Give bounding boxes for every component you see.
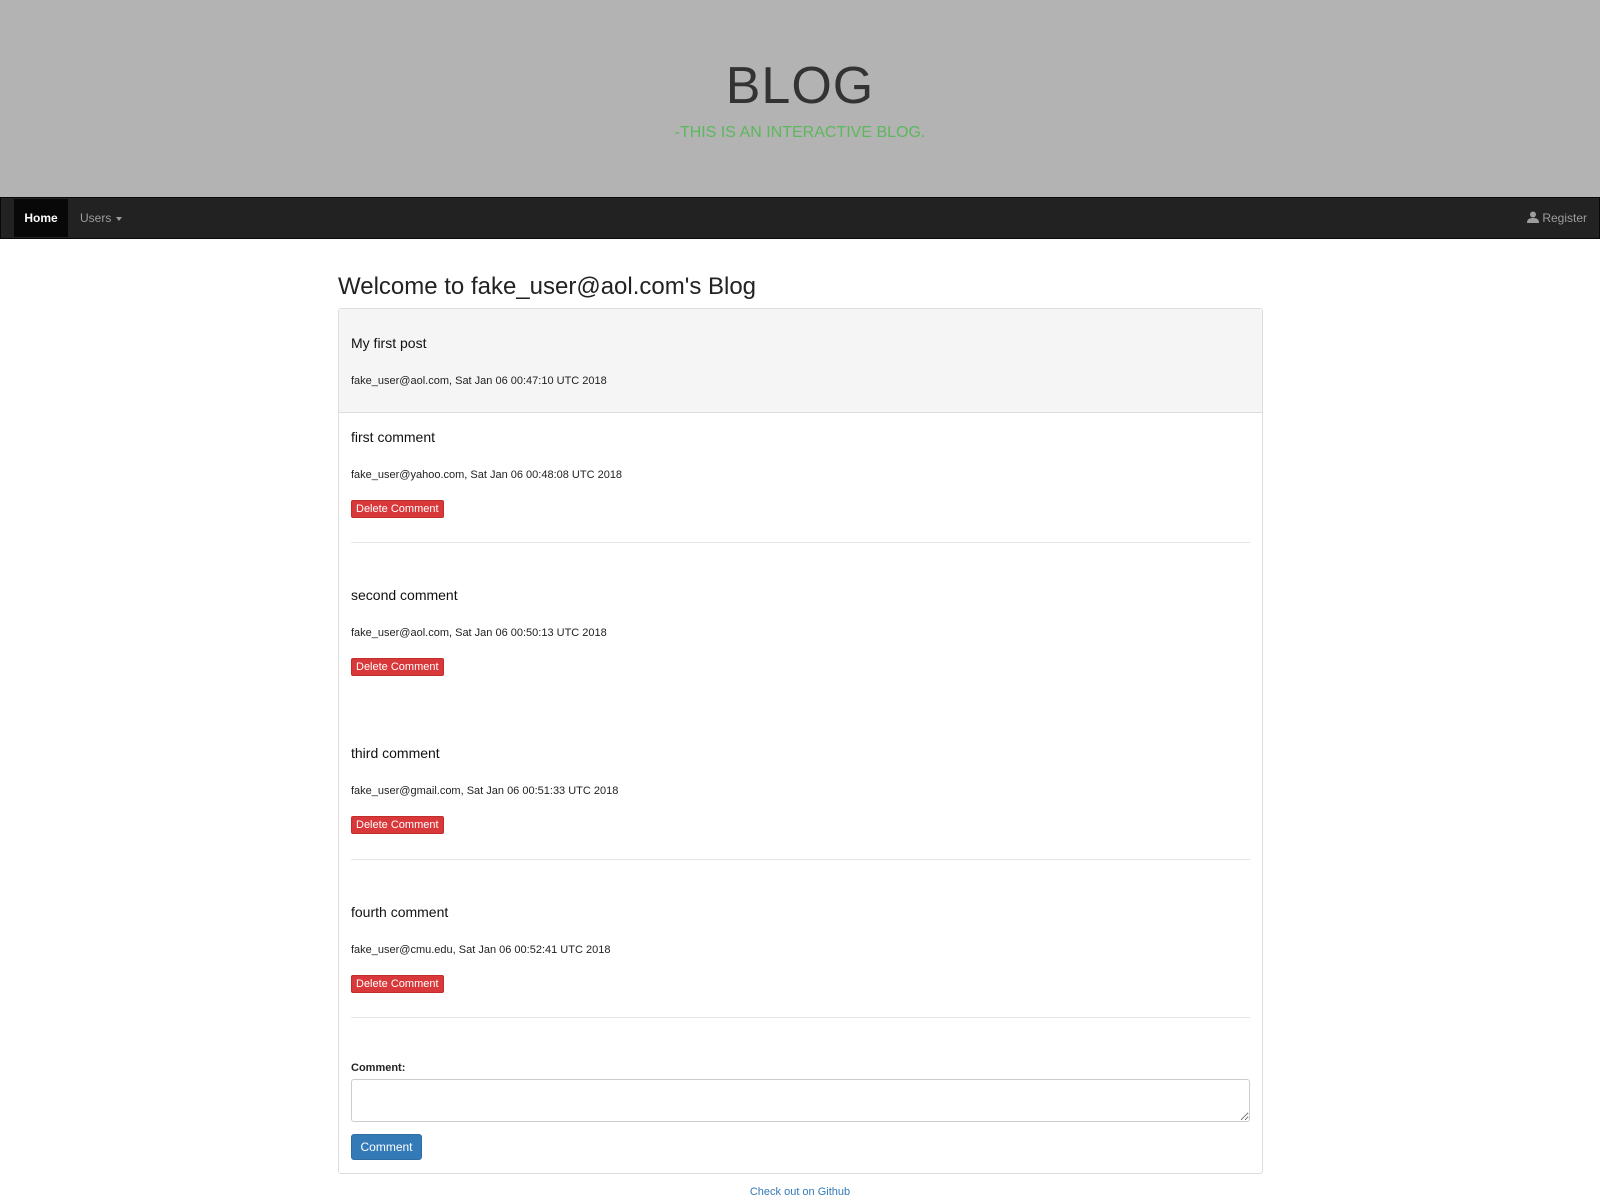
- post-header: My first post fake_user@aol.com, Sat Jan…: [339, 309, 1262, 413]
- comment-textarea[interactable]: [351, 1079, 1250, 1122]
- comment-text: first comment: [351, 429, 436, 445]
- post-title: My first post: [351, 335, 427, 351]
- page-title: Welcome to fake_user@aol.com's Blog: [338, 273, 757, 300]
- comment-form-label: Comment:: [351, 1062, 406, 1074]
- nav-users-label: Users: [80, 211, 112, 225]
- comment-meta: fake_user@cmu.edu, Sat Jan 06 00:52:41 U…: [351, 944, 611, 956]
- site-title: BLOG: [725, 57, 875, 115]
- comment-submit-button[interactable]: Comment: [351, 1134, 422, 1160]
- nav-register-link[interactable]: Register: [1527, 199, 1587, 237]
- header-banner: BLOG -THIS IS AN INTERACTIVE BLOG.: [0, 0, 1600, 197]
- comment-item: first comment fake_user@yahoo.com, Sat J…: [351, 427, 1250, 518]
- nav-register-label: Register: [1542, 211, 1587, 225]
- caret-down-icon: [116, 216, 123, 221]
- comment-item: fourth comment fake_user@cmu.edu, Sat Ja…: [351, 902, 1250, 993]
- nav-users-dropdown[interactable]: Users: [80, 199, 123, 237]
- user-icon: [1527, 211, 1540, 223]
- delete-comment-button[interactable]: Delete Comment: [351, 658, 444, 676]
- divider: [351, 1017, 1250, 1018]
- footer: Check out on Github: [0, 1185, 1600, 1199]
- github-link[interactable]: Check out on Github: [750, 1186, 850, 1198]
- comment-item: third comment fake_user@gmail.com, Sat J…: [351, 743, 1250, 834]
- comment-meta: fake_user@yahoo.com, Sat Jan 06 00:48:08…: [351, 469, 623, 481]
- divider: [351, 859, 1250, 860]
- comment-item: second comment fake_user@aol.com, Sat Ja…: [351, 585, 1250, 676]
- comment-text: fourth comment: [351, 904, 449, 920]
- post-meta: fake_user@aol.com, Sat Jan 06 00:47:10 U…: [351, 375, 607, 387]
- divider: [351, 542, 1250, 543]
- post-panel: My first post fake_user@aol.com, Sat Jan…: [338, 308, 1263, 1174]
- delete-comment-button[interactable]: Delete Comment: [351, 500, 444, 518]
- nav-home-link[interactable]: Home: [14, 199, 68, 237]
- comment-text: second comment: [351, 587, 458, 603]
- comment-meta: fake_user@gmail.com, Sat Jan 06 00:51:33…: [351, 785, 619, 797]
- comment-text: third comment: [351, 745, 440, 761]
- comment-meta: fake_user@aol.com, Sat Jan 06 00:50:13 U…: [351, 627, 607, 639]
- delete-comment-button[interactable]: Delete Comment: [351, 975, 444, 993]
- delete-comment-button[interactable]: Delete Comment: [351, 816, 444, 834]
- navbar: Home Users Register: [0, 197, 1600, 239]
- site-subtitle: -THIS IS AN INTERACTIVE BLOG.: [674, 124, 926, 141]
